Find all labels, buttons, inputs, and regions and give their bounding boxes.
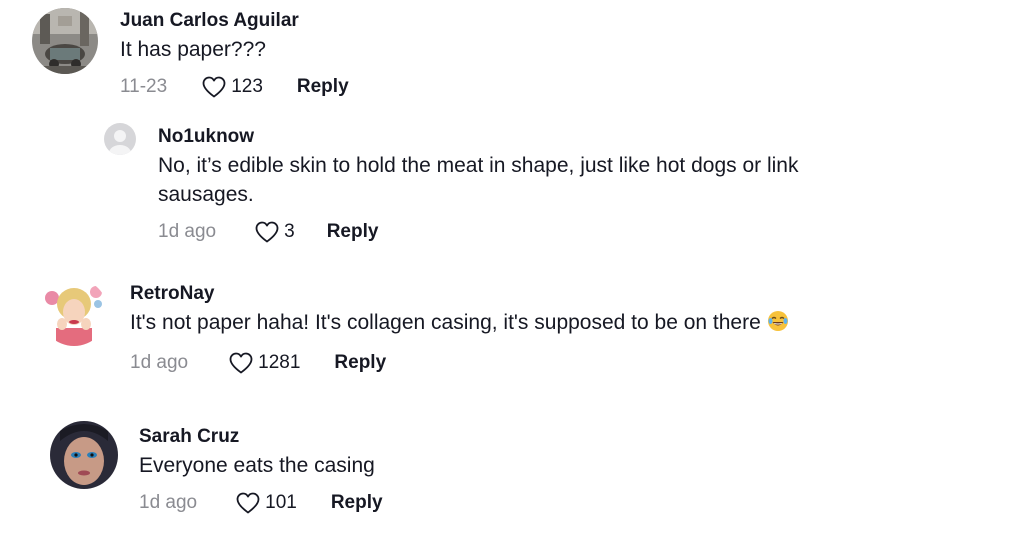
comment-date: 1d ago (139, 492, 198, 513)
comment-meta: 11-23 123 Reply (120, 72, 349, 102)
like-button[interactable]: 1281 (228, 351, 300, 375)
tears-of-joy-emoji-icon (767, 310, 789, 340)
comment-meta: 1d ago 101 Reply (139, 488, 383, 518)
like-button[interactable]: 123 (201, 75, 263, 99)
comment-meta: 1d ago 1281 Reply (130, 348, 789, 378)
comment-date: 1d ago (130, 352, 189, 373)
heart-icon (201, 75, 227, 99)
like-count: 101 (265, 492, 297, 513)
reply-button[interactable]: Reply (334, 352, 386, 374)
heart-icon (235, 491, 261, 515)
like-count: 3 (284, 221, 295, 242)
comment-username[interactable]: Juan Carlos Aguilar (120, 10, 349, 32)
avatar[interactable] (50, 421, 118, 489)
heart-icon (254, 220, 280, 244)
comment-text: Everyone eats the casing (139, 454, 375, 477)
like-count: 123 (231, 76, 263, 97)
comment-username[interactable]: Sarah Cruz (139, 426, 383, 448)
comment-date: 1d ago (158, 221, 217, 242)
reply-button[interactable]: Reply (331, 492, 383, 514)
like-button[interactable]: 3 (254, 220, 295, 244)
avatar-placeholder[interactable] (104, 123, 136, 155)
heart-icon (228, 351, 254, 375)
comment-text-content: It's not paper haha! It's collagen casin… (130, 311, 761, 334)
comment-text: It has paper??? (120, 38, 266, 61)
comment-username[interactable]: No1uknow (158, 126, 848, 148)
like-button[interactable]: 101 (235, 491, 297, 515)
comment-username[interactable]: RetroNay (130, 283, 789, 305)
like-count: 1281 (258, 352, 301, 373)
avatar[interactable] (32, 8, 98, 74)
comment-text: No, it’s edible skin to hold the meat in… (158, 154, 799, 206)
comment-meta: 1d ago 3 Reply (158, 217, 848, 247)
comment-date: 11-23 (120, 76, 168, 97)
comment-text: It's not paper haha! It's collagen casin… (130, 308, 789, 340)
reply-button[interactable]: Reply (297, 76, 349, 98)
reply-button[interactable]: Reply (327, 221, 379, 243)
avatar[interactable] (40, 278, 108, 346)
